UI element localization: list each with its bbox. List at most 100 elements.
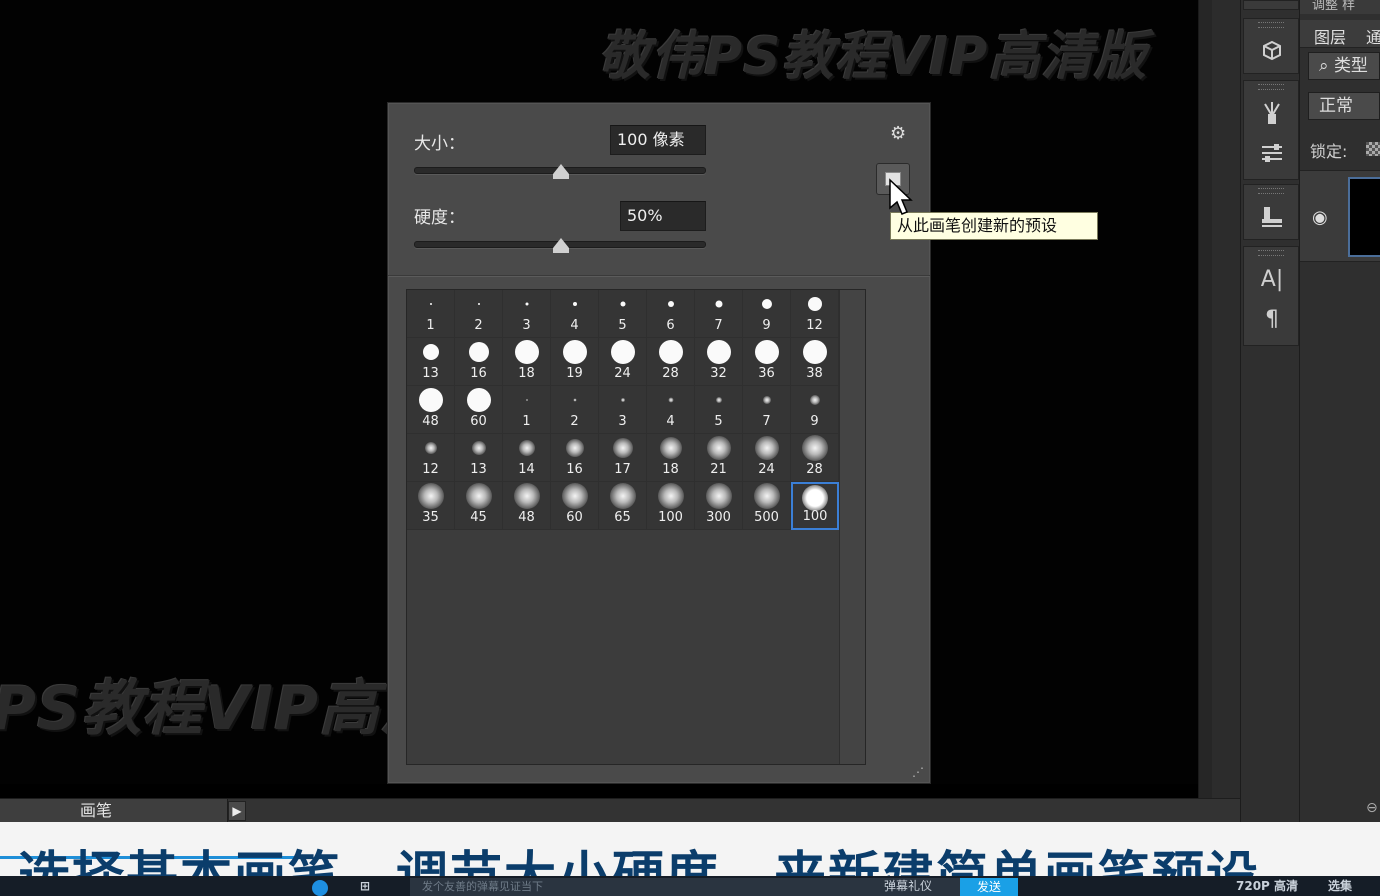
grip-icon[interactable] <box>1258 84 1284 90</box>
brush-preset-cell[interactable]: 24 <box>599 338 647 386</box>
brush-preset-cell[interactable]: 3 <box>599 386 647 434</box>
avatar[interactable] <box>312 880 328 896</box>
grip-icon[interactable] <box>1258 250 1284 256</box>
layer-row[interactable]: ◉ <box>1300 170 1380 262</box>
grip-icon[interactable] <box>1258 188 1284 194</box>
brush-preset-cell[interactable]: 14 <box>503 434 551 482</box>
brush-preset-cell[interactable]: 24 <box>743 434 791 482</box>
resize-grip-icon[interactable]: ⋰ <box>912 765 924 779</box>
tab-brush[interactable]: 画笔 <box>0 799 228 823</box>
brush-preset-cell[interactable]: 13 <box>455 434 503 482</box>
play-icon[interactable]: ▶ <box>228 801 246 821</box>
brush-tip-preview <box>754 340 779 364</box>
brush-tip-preview <box>762 396 771 404</box>
brush-preset-cell[interactable]: 16 <box>551 434 599 482</box>
brush-size-label: 28 <box>806 462 823 477</box>
brush-preset-cell[interactable]: 38 <box>791 338 839 386</box>
quality-button[interactable]: 720P 高清 <box>1236 876 1298 896</box>
brush-preset-cell[interactable]: 19 <box>551 338 599 386</box>
brush-preset-cell[interactable]: 100 <box>791 482 839 530</box>
brush-preset-cell[interactable]: 7 <box>695 290 743 338</box>
danmaku-input[interactable]: 发个友善的弹幕见证当下 <box>410 878 960 896</box>
brush-preset-cell[interactable]: 4 <box>647 386 695 434</box>
paragraph-icon[interactable]: ¶ <box>1244 299 1300 339</box>
brush-tip-preview <box>706 340 731 364</box>
brush-preset-cell[interactable]: 65 <box>599 482 647 530</box>
send-button[interactable]: 发送 <box>960 878 1018 896</box>
danmaku-etiquette-link[interactable]: 弹幕礼仪 <box>884 876 932 896</box>
brush-preset-cell[interactable]: 7 <box>743 386 791 434</box>
brush-tip-preview <box>620 398 625 402</box>
brush-preset-cell[interactable]: 300 <box>695 482 743 530</box>
brush-preset-cell[interactable]: 5 <box>599 290 647 338</box>
grip-icon[interactable] <box>1258 22 1284 28</box>
brush-preset-cell[interactable]: 36 <box>743 338 791 386</box>
layer-thumbnail <box>1348 177 1380 257</box>
character-icon[interactable]: A| <box>1244 259 1300 299</box>
brush-tip-preview <box>429 303 432 305</box>
lock-transparency-icon[interactable] <box>1366 142 1380 156</box>
brush-size-label: 7 <box>714 318 723 333</box>
brush-preset-cell[interactable]: 18 <box>503 338 551 386</box>
brush-preset-cell[interactable]: 4 <box>551 290 599 338</box>
brush-tip-preview <box>518 440 535 456</box>
brush-preset-cell[interactable]: 60 <box>551 482 599 530</box>
brush-preset-cell[interactable]: 6 <box>647 290 695 338</box>
3d-icon[interactable] <box>1244 31 1300 71</box>
brush-preset-cell[interactable]: 9 <box>791 386 839 434</box>
tab-layers[interactable]: 图层 <box>1314 24 1346 48</box>
gear-icon[interactable]: ⚙ <box>890 123 906 144</box>
brush-preset-cell[interactable]: 17 <box>599 434 647 482</box>
brush-preset-cell[interactable]: 60 <box>455 386 503 434</box>
size-slider[interactable] <box>414 164 706 179</box>
hardness-slider[interactable] <box>414 238 706 253</box>
brush-preset-cell[interactable]: 9 <box>743 290 791 338</box>
brush-preset-cell[interactable]: 16 <box>455 338 503 386</box>
brush-preset-cell[interactable]: 32 <box>695 338 743 386</box>
brush-preset-cell[interactable]: 48 <box>503 482 551 530</box>
brush-preset-cell[interactable]: 100 <box>647 482 695 530</box>
brush-preset-cell[interactable]: 3 <box>503 290 551 338</box>
adjust-icon[interactable] <box>1244 133 1300 173</box>
brush-preset-cell[interactable]: 500 <box>743 482 791 530</box>
brush-preset-cell[interactable]: 48 <box>407 386 455 434</box>
brush-preset-cell[interactable]: 13 <box>407 338 455 386</box>
adjustments-tab-strip[interactable]: 调整 样 <box>1300 0 1380 14</box>
brush-preset-cell[interactable]: 18 <box>647 434 695 482</box>
danmaku-toggle-icon[interactable]: ⊞ <box>360 876 370 896</box>
brush-tip-preview <box>659 437 682 459</box>
brush-tip-preview <box>807 297 822 311</box>
brush-size-label: 9 <box>762 318 771 333</box>
brush-preset-cell[interactable]: 5 <box>695 386 743 434</box>
clone-stamp-icon[interactable] <box>1244 197 1300 237</box>
brush-preset-cell[interactable]: 1 <box>503 386 551 434</box>
brush-tip-preview <box>801 435 828 461</box>
brush-preset-cell[interactable]: 12 <box>407 434 455 482</box>
brush-size-label: 4 <box>666 414 675 429</box>
eye-icon[interactable]: ◉ <box>1312 207 1328 228</box>
brush-preset-cell[interactable]: 35 <box>407 482 455 530</box>
blend-mode-select[interactable]: 正常 <box>1308 92 1380 120</box>
brush-preset-cell[interactable]: 2 <box>455 290 503 338</box>
brush-size-label: 60 <box>470 414 487 429</box>
tooltip: 从此画笔创建新的预设 <box>890 212 1098 240</box>
tab-channels[interactable]: 通 <box>1366 24 1380 48</box>
brush-grid-scrollbar[interactable] <box>839 290 865 764</box>
brush-size-label: 9 <box>810 414 819 429</box>
brush-preset-icon[interactable] <box>1244 93 1300 133</box>
size-slider-thumb[interactable] <box>553 164 569 179</box>
brush-size-label: 18 <box>518 366 535 381</box>
size-input[interactable]: 100 像素 <box>610 125 706 155</box>
layer-filter-select[interactable]: ⌕ 类型 <box>1308 52 1380 80</box>
brush-preset-cell[interactable]: 2 <box>551 386 599 434</box>
brush-preset-cell[interactable]: 28 <box>791 434 839 482</box>
hardness-slider-thumb[interactable] <box>553 238 569 253</box>
episodes-button[interactable]: 选集 <box>1328 876 1352 896</box>
brush-preset-cell[interactable]: 21 <box>695 434 743 482</box>
link-icon[interactable]: ⊖ <box>1366 800 1378 816</box>
brush-preset-cell[interactable]: 1 <box>407 290 455 338</box>
brush-preset-cell[interactable]: 45 <box>455 482 503 530</box>
hardness-input[interactable]: 50% <box>620 201 706 231</box>
brush-preset-cell[interactable]: 12 <box>791 290 839 338</box>
brush-preset-cell[interactable]: 28 <box>647 338 695 386</box>
